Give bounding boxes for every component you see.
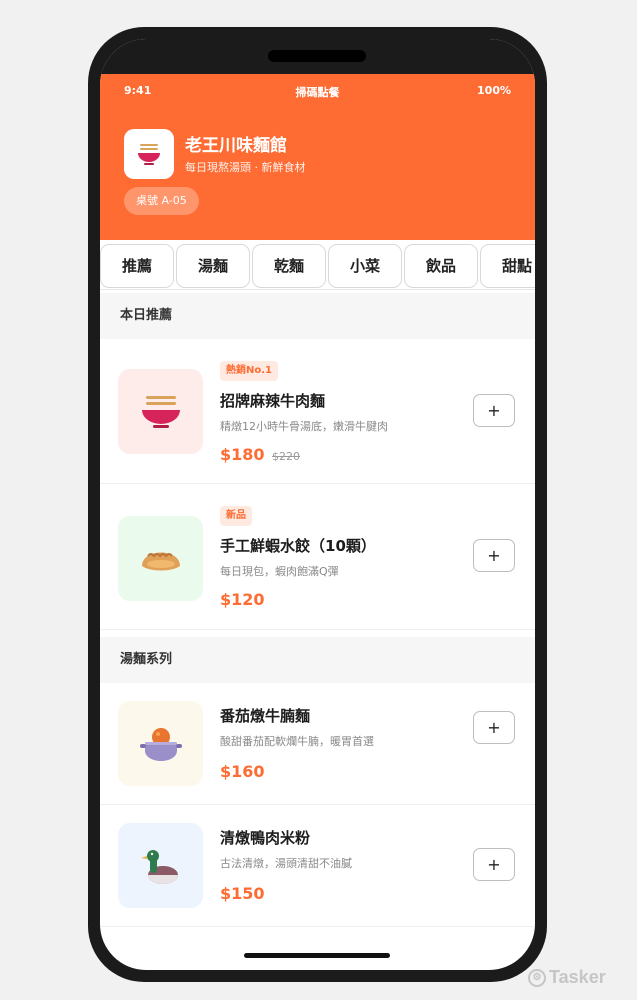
item-thumbnail (118, 701, 203, 786)
item-description: 酸甜番茄配軟爛牛腩，暖胃首選 (220, 735, 374, 748)
shop-header: 9:41 掃碼點餐 100% 老王川味麵館 每日現熬湯頭 · 新鮮食材 桌號 A… (100, 74, 535, 240)
status-battery: 100% (477, 84, 511, 97)
item-thumbnail (118, 823, 203, 908)
item-name: 清燉鴨肉米粉 (220, 829, 311, 847)
item-price: $150 (220, 884, 265, 903)
add-to-cart-button[interactable]: + (473, 711, 515, 744)
status-title: 掃碼點餐 (295, 86, 340, 99)
add-to-cart-button[interactable]: + (473, 539, 515, 572)
item-original-price: $220 (272, 450, 300, 463)
item-thumbnail (118, 516, 203, 601)
app-screen: 9:41 掃碼點餐 100% 老王川味麵館 每日現熬湯頭 · 新鮮食材 桌號 A… (100, 39, 535, 970)
tasker-logo-icon: ⚙ (528, 968, 546, 987)
item-price: $120 (220, 590, 265, 609)
item-price: $180 (220, 445, 265, 464)
add-to-cart-button[interactable]: + (473, 848, 515, 881)
hot-badge: 熱銷No.1 (220, 361, 278, 381)
shop-name: 老王川味麵館 (185, 136, 287, 156)
item-description: 每日現包，蝦肉飽滿Q彈 (220, 565, 339, 578)
item-name: 番茄燉牛腩麵 (220, 707, 311, 725)
tab-soup-noodles[interactable]: 湯麵 (176, 244, 250, 288)
item-name: 手工鮮蝦水餃（10顆） (220, 537, 376, 555)
section-title: 本日推薦 (100, 293, 535, 339)
item-price: $160 (220, 762, 265, 781)
duck-icon (140, 849, 178, 884)
item-description: 古法清燉，湯頭清甜不油膩 (220, 857, 352, 870)
new-badge: 新品 (220, 506, 252, 526)
tab-drinks[interactable]: 飲品 (404, 244, 478, 288)
tab-side-dishes[interactable]: 小菜 (328, 244, 402, 288)
noodle-bowl-icon (141, 395, 180, 428)
add-to-cart-button[interactable]: + (473, 394, 515, 427)
item-thumbnail (118, 369, 203, 454)
watermark: ⚙ Tasker (528, 967, 606, 988)
noodle-bowl-icon (138, 144, 160, 165)
shop-tagline: 每日現熬湯頭 · 新鮮食材 (185, 161, 306, 174)
table-number-badge: 桌號 A-05 (124, 187, 199, 215)
phone-frame: 9:41 掃碼點餐 100% 老王川味麵館 每日現熬湯頭 · 新鮮食材 桌號 A… (88, 27, 547, 982)
item-name: 招牌麻辣牛肉麵 (220, 392, 326, 410)
speaker-notch (268, 50, 366, 62)
menu-item: 番茄燉牛腩麵 酸甜番茄配軟爛牛腩，暖胃首選 $160 + (100, 683, 535, 805)
home-indicator[interactable] (244, 953, 390, 958)
stew-pot-icon (139, 727, 182, 761)
tab-dry-noodles[interactable]: 乾麵 (252, 244, 326, 288)
category-tabs: 推薦 湯麵 乾麵 小菜 飲品 甜點 (100, 242, 535, 290)
status-bar: 9:41 掃碼點餐 100% (100, 84, 535, 100)
menu-item: 清燉鴨肉米粉 古法清燉，湯頭清甜不油膩 $150 + (100, 805, 535, 927)
menu-item: 新品 手工鮮蝦水餃（10顆） 每日現包，蝦肉飽滿Q彈 $120 + (100, 484, 535, 630)
menu-item: 熱銷No.1 招牌麻辣牛肉麵 精燉12小時牛骨湯底，嫩滑牛腱肉 $180 $22… (100, 339, 535, 484)
section-title: 湯麵系列 (100, 637, 535, 683)
watermark-text: Tasker (549, 967, 606, 987)
shop-logo (124, 129, 174, 179)
tab-desserts[interactable]: 甜點 (480, 244, 535, 288)
tab-recommended[interactable]: 推薦 (100, 244, 174, 288)
item-description: 精燉12小時牛骨湯底，嫩滑牛腱肉 (220, 420, 388, 433)
dumpling-icon (141, 552, 180, 570)
